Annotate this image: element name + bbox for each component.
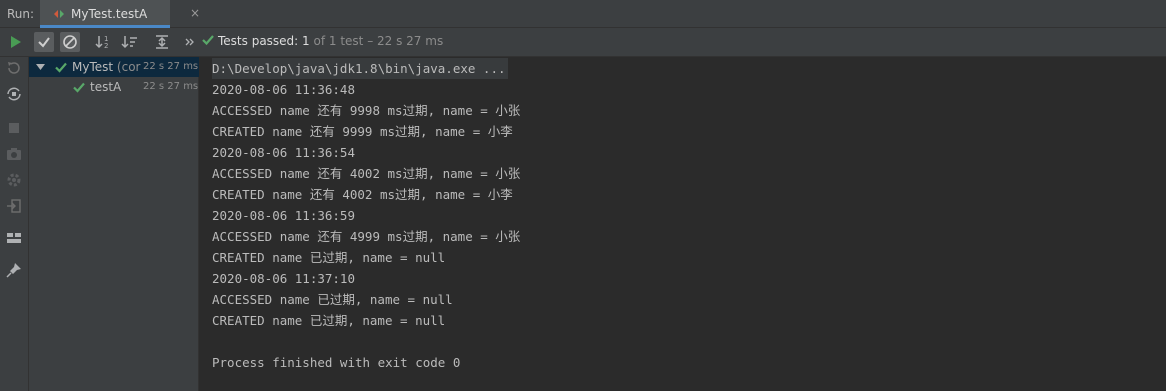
- test-toolbar: 1 2 Tests passed: 1 of 1 test – 22 s 27 …: [0, 28, 1166, 57]
- sort-alphabetically-icon[interactable]: 1 2: [94, 32, 114, 52]
- svg-text:2: 2: [104, 42, 108, 50]
- tab-mytest-testa[interactable]: MyTest.testA ×: [40, 0, 200, 28]
- run-label: Run:: [7, 7, 35, 21]
- passed-check-icon: [73, 82, 85, 93]
- console-line: Process finished with exit code 0: [212, 355, 461, 370]
- tree-item-label: MyTest (cor: [72, 60, 141, 74]
- console-line: 2020-08-06 11:36:48: [212, 82, 355, 97]
- expand-all-icon[interactable]: [152, 32, 172, 52]
- console-line: 2020-08-06 11:36:59: [212, 208, 355, 223]
- camera-icon[interactable]: [5, 145, 23, 163]
- console-line: CREATED name 还有 4002 ms过期, name = 小李: [212, 187, 513, 202]
- left-toolbar: [0, 57, 29, 391]
- console-command-line[interactable]: D:\Develop\java\jdk1.8\bin\java.exe ...: [212, 58, 508, 79]
- layout-icon[interactable]: [5, 229, 23, 247]
- console-line: CREATED name 已过期, name = null: [212, 313, 446, 328]
- tab-close-icon[interactable]: ×: [190, 6, 200, 20]
- check-icon: [38, 37, 50, 48]
- stop-icon[interactable]: [5, 119, 23, 137]
- console-line: CREATED name 还有 9999 ms过期, name = 小李: [212, 124, 513, 139]
- console-line: CREATED name 已过期, name = null: [212, 250, 446, 265]
- tree-item-mytest[interactable]: MyTest (cor 22 s 27 ms: [29, 57, 199, 77]
- console-output[interactable]: D:\Develop\java\jdk1.8\bin\java.exe ... …: [199, 57, 1166, 391]
- console-line: 2020-08-06 11:37:10: [212, 271, 355, 286]
- pin-icon[interactable]: [5, 261, 23, 279]
- rerun-icon[interactable]: [5, 32, 25, 52]
- toggle-auto-test-icon[interactable]: [5, 85, 23, 103]
- console-line: ACCESSED name 已过期, name = null: [212, 292, 453, 307]
- import-tests-icon[interactable]: [5, 197, 23, 215]
- more-chevron-icon[interactable]: [180, 32, 200, 52]
- show-ignored-toggle[interactable]: [60, 32, 80, 52]
- show-passed-toggle[interactable]: [34, 32, 54, 52]
- ignored-icon: [63, 35, 77, 49]
- rerun-failed-icon[interactable]: [5, 59, 23, 77]
- tree-item-testa[interactable]: testA 22 s 27 ms: [29, 77, 199, 97]
- passed-check-icon: [55, 62, 67, 73]
- status-prefix: Tests passed:: [218, 34, 299, 48]
- status-count: 1: [302, 34, 310, 48]
- tree-item-time: 22 s 27 ms: [143, 61, 199, 72]
- tab-bar: Run: MyTest.testA ×: [0, 0, 1166, 28]
- console-line: ACCESSED name 还有 4002 ms过期, name = 小张: [212, 166, 521, 181]
- console-line: ACCESSED name 还有 4999 ms过期, name = 小张: [212, 229, 521, 244]
- test-tree: MyTest (cor 22 s 27 ms testA 22 s 27 ms: [29, 57, 199, 391]
- console-line: 2020-08-06 11:36:54: [212, 145, 355, 160]
- test-status: Tests passed: 1 of 1 test – 22 s 27 ms: [202, 34, 443, 48]
- test-run-icon: [54, 10, 64, 18]
- expand-arrow-icon[interactable]: [36, 63, 45, 72]
- tree-item-time: 22 s 27 ms: [143, 81, 199, 92]
- console-line: ACCESSED name 还有 9998 ms过期, name = 小张: [212, 103, 521, 118]
- tab-title: MyTest.testA: [71, 7, 148, 21]
- tree-item-label: testA: [90, 80, 122, 94]
- status-detail: of 1 test – 22 s 27 ms: [313, 34, 444, 48]
- settings-gear-icon[interactable]: [5, 171, 23, 189]
- sort-by-duration-icon[interactable]: [120, 32, 140, 52]
- passed-check-icon: [202, 35, 214, 46]
